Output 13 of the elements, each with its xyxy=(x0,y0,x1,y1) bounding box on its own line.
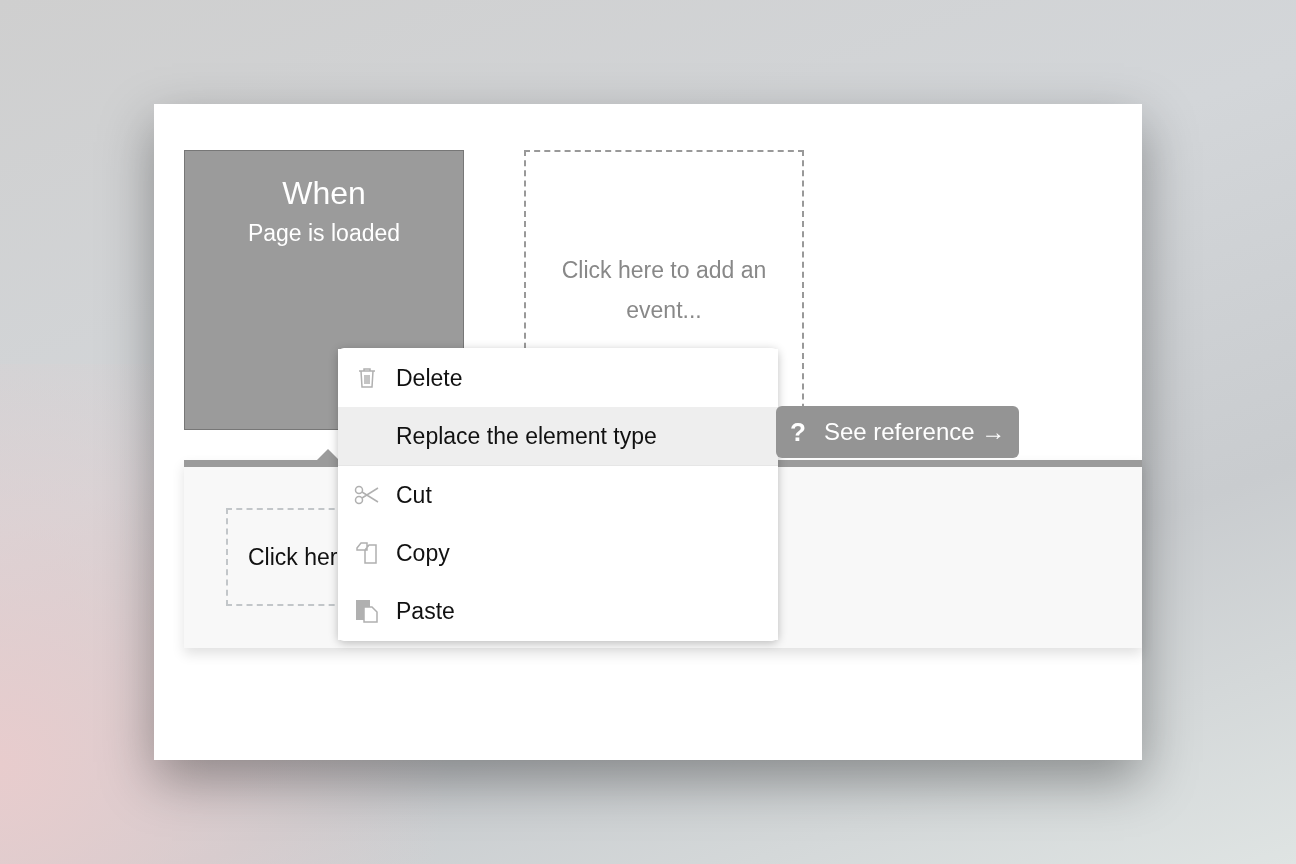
copy-icon xyxy=(355,542,379,564)
menu-item[interactable]: Paste xyxy=(338,582,778,640)
menu-item[interactable]: Copy xyxy=(338,524,778,582)
action-placeholder-text: Click her xyxy=(248,542,338,572)
menu-item[interactable]: Cut xyxy=(338,466,778,524)
trigger-subtitle: Page is loaded xyxy=(247,219,401,248)
trash-icon xyxy=(358,367,376,389)
scissors-icon xyxy=(354,485,380,505)
paste-icon xyxy=(355,599,379,623)
trigger-title: When xyxy=(282,174,366,213)
menu-item[interactable]: Replace the element type xyxy=(338,407,778,465)
menu-item[interactable]: Delete xyxy=(338,349,778,407)
add-event-text: Click here to add an event... xyxy=(560,256,768,325)
